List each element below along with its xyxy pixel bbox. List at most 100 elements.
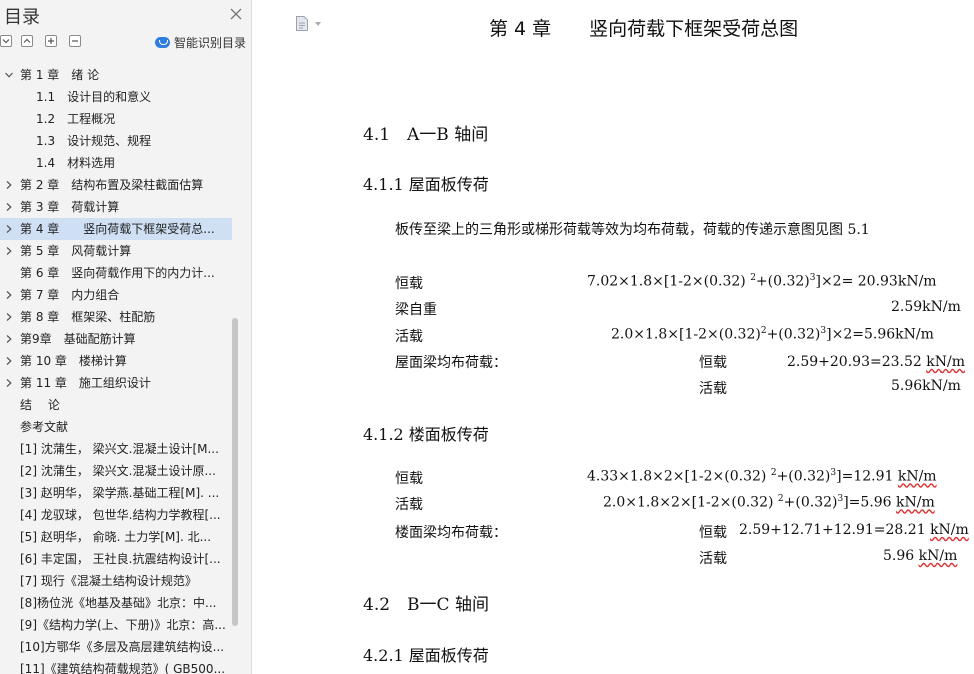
chevron-right-icon[interactable] [5, 247, 13, 255]
value-unit: kN/m [897, 468, 937, 485]
remove-heading-icon[interactable] [69, 35, 81, 47]
roof-dead-formula: 7.02×1.8×[1-2×(0.32) 2+(0.32)3]×2= 20.93… [587, 273, 937, 290]
chevron-right-icon[interactable] [5, 225, 13, 233]
toc-item[interactable]: [3] 赵明华， 梁学燕.基础工程[M]. ... [0, 482, 232, 504]
roof-uniform-live-label: 活载 [699, 381, 727, 397]
toc-item[interactable]: [9]《结构力学(上、下册)》北京：高... [0, 614, 232, 636]
add-heading-icon[interactable] [45, 35, 57, 47]
roof-uniform-dead-label: 恒载 [699, 355, 727, 371]
expand-all-icon[interactable] [21, 35, 33, 47]
value-unit: kN/m [926, 354, 965, 370]
roof-live-formula-part: 2.0×1.8×[1-2×(0.32) [611, 326, 761, 343]
toc-item[interactable]: [6] 丰定国， 王社良.抗震结构设计[... [0, 548, 232, 570]
value-unit: kN/m [896, 494, 935, 511]
chevron-right-icon[interactable] [5, 313, 13, 321]
toc-item[interactable]: 1.4 材料选用 [0, 152, 232, 174]
chevron-down-icon[interactable] [315, 22, 321, 26]
toc-list: 第 1 章 绪 论 1.1 设计目的和意义 1.2 工程概况 1.3 设计规范、规程 1… [0, 64, 232, 674]
toc-item-label: [4] 龙驭球， 包世华.结构力学教程[... [20, 508, 221, 522]
toc-item-label: 第 4 章 竖向荷载下框架受荷总... [20, 222, 215, 236]
toc-item[interactable]: 第 7 章 内力组合 [0, 284, 232, 306]
floor-live-formula-part: +(0.32) [783, 494, 838, 511]
roof-live-label: 活载 [395, 329, 423, 345]
chevron-down-icon[interactable] [5, 71, 13, 79]
chevron-right-icon[interactable] [5, 203, 13, 211]
document-page: 第 4 章 竖向荷载下框架受荷总图 4.1 A一B 轴间 4.1.1 屋面板传荷… [263, 0, 974, 674]
roof-dead-formula-part: 7.02×1.8×[1-2×(0.32) [587, 273, 751, 290]
toc-item[interactable]: 参考文献 [0, 416, 232, 438]
toc-item-label: [7] 现行《混凝土结构设计规范》 [20, 574, 197, 588]
value-unit: kN/m [930, 522, 969, 538]
chevron-right-icon[interactable] [5, 291, 13, 299]
toc-item-label: 第 10 章 楼梯计算 [20, 354, 127, 368]
toc-item[interactable]: [7] 现行《混凝土结构设计规范》 [0, 570, 232, 592]
intro-paragraph: 板传至梁上的三角形或梯形荷载等效为均布荷载，荷载的传递示意图见图 5.1 [395, 222, 870, 238]
toc-item-label: 1.1 设计目的和意义 [36, 90, 152, 104]
toc-item[interactable]: 第 2 章 结构布置及梁柱截面估算 [0, 174, 232, 196]
toc-item-label: [10]方鄂华《多层及高层建筑结构设... [20, 640, 225, 654]
close-icon[interactable] [229, 6, 243, 20]
cloud-icon [155, 36, 170, 48]
toc-item[interactable]: 第 3 章 荷载计算 [0, 196, 232, 218]
toc-item[interactable]: [2] 沈蒲生， 梁兴文.混凝土设计原... [0, 460, 232, 482]
toc-item-label: [8]杨位洸《地基及基础》北京：中... [20, 596, 217, 610]
toc-item[interactable]: 第 10 章 楼梯计算 [0, 350, 232, 372]
floor-dead-formula: 4.33×1.8×2×[1-2×(0.32) 2+(0.32)3]=12.91 … [587, 468, 937, 485]
toc-sidebar: 目录 智能识别目录 第 1 章 绪 论 1.1 设计目的和意义 1.2 工程概况 1.… [0, 0, 252, 674]
floor-live-label: 活载 [395, 497, 423, 513]
smart-detect-toc-button[interactable]: 智能识别目录 [155, 33, 246, 51]
page-icon[interactable] [296, 16, 308, 31]
collapse-all-icon[interactable] [0, 35, 12, 47]
chevron-right-icon[interactable] [5, 181, 13, 189]
toc-item[interactable]: 第9章 基础配筋计算 [0, 328, 232, 350]
toc-item[interactable]: 第 11 章 施工组织设计 [0, 372, 232, 394]
toc-item-label: 第 3 章 荷载计算 [20, 200, 120, 214]
toc-item-label: 第9章 基础配筋计算 [20, 332, 136, 346]
toc-item[interactable]: [1] 沈蒲生， 梁兴文.混凝土设计[M... [0, 438, 232, 460]
toc-item-label: 第 5 章 风荷载计算 [20, 244, 132, 258]
roof-uniform-label: 屋面梁均布荷载： [395, 355, 507, 371]
toc-scrollbar[interactable] [232, 318, 238, 626]
toc-item[interactable]: 第 4 章 竖向荷载下框架受荷总... [0, 218, 232, 240]
roof-live-formula: 2.0×1.8×[1-2×(0.32)2+(0.32)3]×2=5.96kN/m [611, 326, 934, 343]
toc-item[interactable]: 结 论 [0, 394, 232, 416]
toc-item[interactable]: 第 8 章 框架梁、柱配筋 [0, 306, 232, 328]
toc-item[interactable]: 1.3 设计规范、规程 [0, 130, 232, 152]
toc-item[interactable]: [11]《建筑结构荷载规范》( GB500... [0, 658, 232, 674]
toc-item-label: [1] 沈蒲生， 梁兴文.混凝土设计[M... [20, 442, 219, 456]
section-4-2-1-heading: 4.2.1 屋面板传荷 [363, 646, 489, 665]
toc-item[interactable]: 第 5 章 风荷载计算 [0, 240, 232, 262]
toc-item[interactable]: [4] 龙驭球， 包世华.结构力学教程[... [0, 504, 232, 526]
toc-item-label: 第 11 章 施工组织设计 [20, 376, 151, 390]
toc-item-label: 结 论 [20, 398, 60, 412]
toc-item-label: 1.3 设计规范、规程 [36, 134, 152, 148]
value-unit: kN/m [918, 548, 958, 564]
toc-item-label: [11]《建筑结构荷载规范》( GB500... [20, 662, 226, 674]
smart-detect-label: 智能识别目录 [174, 35, 247, 50]
section-4-2-heading: 4.2 B一C 轴间 [363, 595, 489, 615]
chevron-right-icon[interactable] [5, 357, 13, 365]
chevron-right-icon[interactable] [5, 379, 13, 387]
toc-item[interactable]: [5] 赵明华， 俞晓. 土力学[M]. 北... [0, 526, 232, 548]
floor-live-formula-part: 2.0×1.8×2×[1-2×(0.32) [603, 494, 778, 511]
toc-item[interactable]: 1.1 设计目的和意义 [0, 86, 232, 108]
toc-item-label: 第 2 章 结构布置及梁柱截面估算 [20, 178, 204, 192]
floor-live-formula: 2.0×1.8×2×[1-2×(0.32) 2+(0.32)3]=5.96 kN… [603, 494, 935, 511]
toc-item-label: 第 7 章 内力组合 [20, 288, 120, 302]
section-4-1-heading: 4.1 A一B 轴间 [363, 125, 489, 145]
toc-item[interactable]: [10]方鄂华《多层及高层建筑结构设... [0, 636, 232, 658]
roof-self-weight-label: 梁自重 [395, 302, 437, 318]
roof-dead-label: 恒载 [395, 276, 423, 292]
floor-dead-formula-part: 4.33×1.8×2×[1-2×(0.32) [587, 468, 771, 485]
toc-item-label: [3] 赵明华， 梁学燕.基础工程[M]. ... [20, 486, 220, 500]
toc-item[interactable]: 第 6 章 竖向荷载作用下的内力计... [0, 262, 232, 284]
value-part: 2.59+12.71+12.91=28.21 [739, 522, 931, 538]
floor-uniform-label: 楼面梁均布荷载： [395, 525, 507, 541]
toc-item[interactable]: 1.2 工程概况 [0, 108, 232, 130]
toc-item-label: 1.4 材料选用 [36, 156, 116, 170]
floor-live-formula-part: ]=5.96 [843, 494, 897, 511]
toc-item[interactable]: 第 1 章 绪 论 [0, 64, 232, 86]
chevron-right-icon[interactable] [5, 335, 13, 343]
roof-uniform-dead-value: 2.59+20.93=23.52 kN/m [787, 354, 965, 370]
toc-item[interactable]: [8]杨位洸《地基及基础》北京：中... [0, 592, 232, 614]
